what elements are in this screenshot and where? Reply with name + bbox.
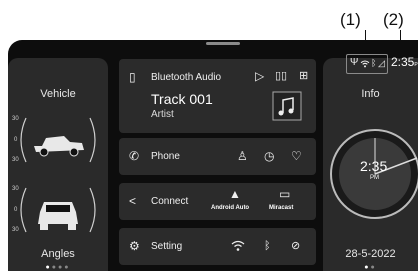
- callout-2: (2): [383, 10, 404, 29]
- track-artist: Artist: [151, 109, 174, 120]
- roll-tick-top: 30: [12, 186, 19, 192]
- connect-label: Connect: [151, 196, 189, 207]
- bluetooth-status-icon: ᛒ: [371, 58, 377, 68]
- analog-clock: [330, 129, 418, 219]
- setting-card[interactable]: ⚙ Setting ᛒ ⊘: [119, 228, 316, 265]
- roll-gauge: [20, 187, 96, 233]
- info-title: Info: [361, 88, 380, 100]
- pull-down-handle[interactable]: [206, 42, 240, 45]
- phone-card[interactable]: ✆ Phone ♙ ◷ ♡: [119, 138, 316, 175]
- recent-calls-icon[interactable]: ◷: [264, 150, 274, 162]
- pitch-tick-top: 30: [12, 116, 19, 122]
- music-card[interactable]: ▯ Bluetooth Audio ▷ ▯▯ ⊞ Track 001 Artis…: [119, 59, 316, 133]
- play-icon[interactable]: ▷: [255, 70, 264, 82]
- angles-title: Angles: [41, 248, 75, 260]
- pause-icon[interactable]: ▯▯: [275, 70, 287, 82]
- favorites-icon[interactable]: ♡: [291, 150, 302, 162]
- callout-1: (1): [340, 10, 361, 29]
- wifi-status-icon: [360, 60, 370, 68]
- status-time-ampm: PM: [414, 62, 418, 68]
- roll-tick-mid: 0: [14, 207, 18, 213]
- roll-tick-bottom: 30: [12, 227, 19, 233]
- share-icon: <: [129, 194, 137, 208]
- clock-time: 2:35: [360, 158, 388, 174]
- audio-source-label: Bluetooth Audio: [151, 72, 222, 83]
- pitch-tick-mid: 0: [14, 137, 18, 143]
- setting-label: Setting: [151, 241, 183, 252]
- mute-icon[interactable]: ⊘: [291, 240, 300, 252]
- album-art-icon: [272, 91, 302, 121]
- bluetooth-icon[interactable]: ᛒ: [264, 240, 271, 252]
- connect-card[interactable]: < Connect ▲ Android Auto ▭ Miracast: [119, 183, 316, 220]
- grid-menu-icon[interactable]: ⊞: [299, 70, 308, 82]
- track-title: Track 001: [151, 91, 213, 107]
- pitch-gauge: [20, 117, 96, 163]
- status-time-value: 2:35: [391, 55, 415, 69]
- miracast-label[interactable]: Miracast: [269, 205, 293, 211]
- vehicle-panel[interactable]: Vehicle 30 0 30 30 0 30 Angles ●●●●: [8, 58, 108, 271]
- bluetooth-audio-icon: ▯: [129, 70, 136, 84]
- clock-ampm: PM: [370, 175, 379, 181]
- status-icons-box: Ψ ᛒ ◿: [346, 54, 388, 74]
- miracast-icon[interactable]: ▭: [279, 188, 290, 200]
- contacts-icon[interactable]: ♙: [237, 150, 248, 162]
- usb-icon: Ψ: [350, 57, 359, 68]
- page-indicator-left: ●●●●: [45, 264, 71, 271]
- infotainment-screen: Vehicle 30 0 30 30 0 30 Angles ●●●● ▯ Bl: [8, 40, 418, 271]
- wifi-icon[interactable]: [231, 240, 245, 252]
- phone-label: Phone: [151, 151, 180, 162]
- signal-status-icon: ◿: [378, 58, 385, 68]
- page-indicator-right: ●●: [364, 264, 377, 271]
- android-auto-label[interactable]: Android Auto: [211, 205, 249, 211]
- status-time: 2:35PM: [391, 55, 418, 69]
- phone-icon: ✆: [129, 149, 140, 163]
- android-auto-icon[interactable]: ▲: [229, 188, 241, 200]
- vehicle-title: Vehicle: [40, 88, 76, 100]
- gear-icon: ⚙: [129, 239, 140, 253]
- pitch-tick-bottom: 30: [12, 157, 19, 163]
- date-label: 28-5-2022: [345, 248, 396, 260]
